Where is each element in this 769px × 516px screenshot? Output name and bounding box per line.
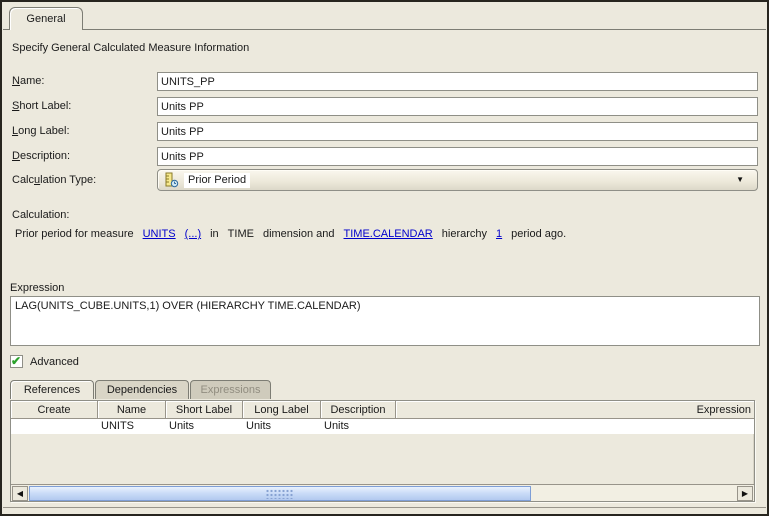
- name-label: Name:: [12, 75, 44, 87]
- table-cell-expression: [396, 419, 754, 434]
- table-header-expression[interactable]: Expression: [396, 401, 754, 419]
- tab-strip-divider: [3, 29, 766, 30]
- calculation-type-value: Prior Period: [184, 173, 250, 188]
- check-icon: ✔: [11, 354, 21, 368]
- long-label-input[interactable]: [157, 122, 758, 141]
- chevron-down-icon[interactable]: ▼: [736, 175, 744, 184]
- calc-text: dimension and: [263, 228, 335, 240]
- prior-period-ruler-clock-icon: [163, 172, 179, 188]
- name-row: Name:: [2, 72, 767, 92]
- name-input[interactable]: [157, 72, 758, 91]
- table-header-name[interactable]: Name: [98, 401, 166, 419]
- tab-expressions: Expressions: [190, 380, 271, 399]
- page-title: Specify General Calculated Measure Infor…: [12, 42, 249, 54]
- table-cell-short-label: Units: [166, 419, 243, 434]
- scroll-right-button[interactable]: ▶: [737, 486, 753, 501]
- calculation-type-label: Calculation Type:: [12, 174, 96, 186]
- calc-link-[interactable]: (...): [185, 228, 202, 240]
- tab-references[interactable]: References: [10, 380, 94, 399]
- calc-text: hierarchy: [442, 228, 487, 240]
- calculation-sentence: Prior period for measure UNITS (...) in TIME…: [15, 228, 575, 240]
- short-label-input[interactable]: [157, 97, 758, 116]
- scroll-left-icon: ◀: [17, 489, 23, 498]
- table-cell-create: [11, 419, 98, 434]
- calc-text: period ago.: [511, 228, 566, 240]
- table-header-create[interactable]: Create: [11, 401, 98, 419]
- tab-general[interactable]: General: [9, 7, 83, 30]
- advanced-label: Advanced: [30, 356, 79, 368]
- long-label-label: Long Label:: [12, 125, 70, 137]
- scroll-right-icon: ▶: [742, 489, 748, 498]
- table-cell-description: Units: [321, 419, 396, 434]
- short-label-row: Short Label:: [2, 97, 767, 117]
- calc-text: Prior period for measure: [15, 228, 134, 240]
- bottom-divider: [3, 507, 766, 508]
- long-label-row: Long Label:: [2, 122, 767, 142]
- advanced-checkbox[interactable]: ✔: [10, 355, 23, 368]
- calculation-type-combo[interactable]: Prior Period ▼: [157, 169, 758, 191]
- calc-link-1[interactable]: 1: [496, 228, 502, 240]
- calc-text: in: [210, 228, 219, 240]
- table-row[interactable]: UNITSUnitsUnitsUnits: [11, 419, 754, 434]
- scroll-left-button[interactable]: ◀: [12, 486, 28, 501]
- calc-text: TIME: [228, 228, 254, 240]
- description-input[interactable]: [157, 147, 758, 166]
- horizontal-scrollbar[interactable]: ◀ ▶: [11, 484, 754, 501]
- references-table-pane: CreateNameShort LabelLong LabelDescripti…: [10, 400, 755, 502]
- calc-link-units[interactable]: UNITS: [143, 228, 176, 240]
- table-cell-name: UNITS: [98, 419, 166, 434]
- calc-link-timecalendar[interactable]: TIME.CALENDAR: [344, 228, 433, 240]
- calculated-measure-dialog: General Specify General Calculated Measu…: [0, 0, 769, 516]
- expression-label: Expression: [10, 282, 64, 294]
- table-cell-long-label: Units: [243, 419, 321, 434]
- tab-dependencies[interactable]: Dependencies: [95, 380, 189, 399]
- tab-general-label: General: [26, 13, 65, 25]
- table-header-row: CreateNameShort LabelLong LabelDescripti…: [11, 401, 754, 419]
- scrollbar-thumb[interactable]: [29, 486, 531, 501]
- expression-input[interactable]: LAG(UNITS_CUBE.UNITS,1) OVER (HIERARCHY …: [10, 296, 760, 346]
- calculation-label: Calculation:: [12, 209, 69, 221]
- table-header-short-label[interactable]: Short Label: [166, 401, 243, 419]
- table-header-long-label[interactable]: Long Label: [243, 401, 321, 419]
- scrollbar-grip-icon: [266, 489, 295, 499]
- table-header-description[interactable]: Description: [321, 401, 396, 419]
- description-row: Description:: [2, 147, 767, 167]
- short-label-label: Short Label:: [12, 100, 71, 112]
- description-label: Description:: [12, 150, 70, 162]
